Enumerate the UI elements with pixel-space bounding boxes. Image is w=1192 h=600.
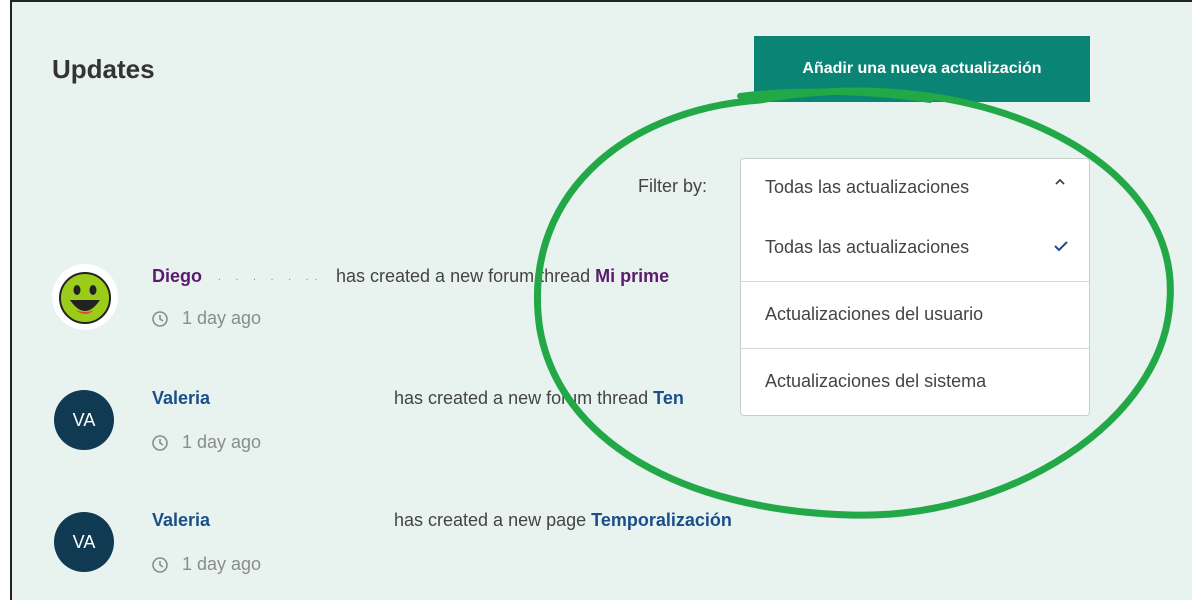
avatar[interactable]: VA — [54, 512, 114, 572]
update-action: has created a new page — [394, 510, 587, 530]
avatar[interactable]: VA — [54, 390, 114, 450]
redacted-text: . . . . . .. — [218, 272, 324, 283]
user-link[interactable]: Diego — [152, 266, 202, 287]
update-action: has created a new forum thread — [394, 388, 649, 408]
user-link[interactable]: Valeria — [152, 510, 210, 531]
timestamp: 1 day ago — [152, 432, 261, 453]
filter-option-label: Todas las actualizaciones — [765, 237, 970, 257]
update-text: has created a new forum thread Ten — [394, 388, 684, 409]
filter-option-label: Actualizaciones del sistema — [765, 371, 987, 391]
checkmark-icon — [1054, 241, 1068, 252]
update-target-link[interactable]: Mi prime — [595, 266, 669, 286]
update-action: has created a new forum thread — [336, 266, 591, 286]
update-text: has created a new page Temporalización — [394, 510, 732, 531]
page-title: Updates — [52, 54, 155, 84]
smiley-face-icon — [53, 265, 117, 329]
user-link[interactable]: Valeria — [152, 388, 210, 409]
clock-icon — [152, 310, 168, 327]
timestamp-text: 1 day ago — [182, 554, 262, 574]
filter-option-system[interactable]: Actualizaciones del sistema — [741, 348, 1089, 415]
filter-option-label: Actualizaciones del usuario — [765, 304, 984, 324]
update-target-link[interactable]: Temporalización — [591, 510, 732, 530]
filter-dropdown-menu: Todas las actualizaciones Actualizacione… — [740, 215, 1090, 416]
filter-selected-value: Todas las actualizaciones — [765, 177, 970, 197]
timestamp-text: 1 day ago — [182, 308, 262, 328]
timestamp: 1 day ago — [152, 308, 261, 329]
timestamp-text: 1 day ago — [182, 432, 262, 452]
filter-option-all[interactable]: Todas las actualizaciones — [741, 215, 1089, 281]
update-item: VA Valeria has created a new page Tempor… — [52, 510, 952, 600]
clock-icon — [152, 556, 168, 573]
avatar[interactable] — [52, 264, 118, 330]
filter-label: Filter by: — [638, 176, 708, 196]
clock-icon — [152, 434, 168, 451]
filter-select[interactable]: Todas las actualizaciones — [740, 158, 1090, 216]
add-update-button[interactable]: Añadir una nueva actualización — [754, 36, 1090, 102]
timestamp: 1 day ago — [152, 554, 261, 575]
update-target-link[interactable]: Ten — [653, 388, 684, 408]
chevron-up-icon — [1055, 178, 1065, 185]
update-text: has created a new forum thread Mi prime — [336, 266, 669, 287]
updates-panel: Updates Añadir una nueva actualización D… — [10, 0, 1192, 600]
filter-option-user[interactable]: Actualizaciones del usuario — [741, 281, 1089, 348]
